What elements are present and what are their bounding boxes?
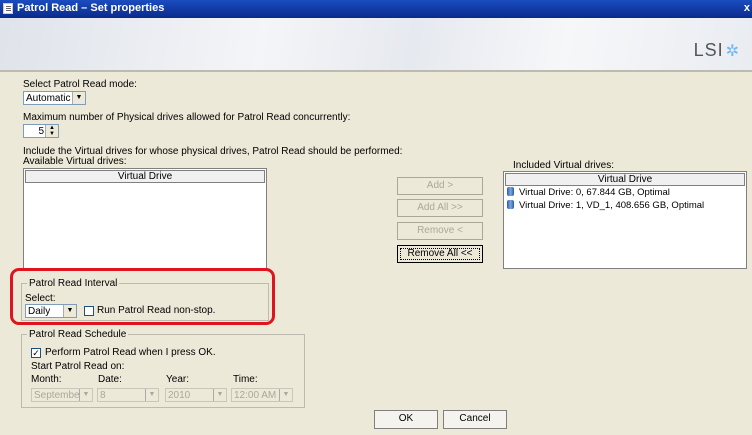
month-select[interactable]: September ▼ — [31, 388, 93, 402]
year-label: Year: — [166, 374, 189, 385]
virtual-drive-icon — [507, 200, 514, 209]
max-drives-label: Maximum number of Physical drives allowe… — [23, 112, 351, 123]
window-icon — [3, 3, 13, 14]
time-value: 12:00 AM — [234, 390, 277, 401]
virtual-drive-icon — [507, 187, 514, 196]
schedule-group-label: Patrol Read Schedule — [27, 329, 129, 340]
remove-button[interactable]: Remove < — [397, 222, 483, 240]
divider — [0, 70, 752, 72]
add-all-button[interactable]: Add All >> — [397, 199, 483, 217]
month-value: September — [34, 390, 83, 401]
year-select[interactable]: 2010 ▼ — [165, 388, 227, 402]
spinner-arrows-icon[interactable]: ▲ ▼ — [45, 125, 58, 137]
chevron-down-icon[interactable]: ▼ — [279, 389, 292, 401]
chevron-down-icon[interactable]: ▼ — [72, 92, 85, 104]
year-value: 2010 — [168, 390, 191, 401]
available-label: Available Virtual drives: — [23, 156, 127, 167]
date-value: 8 — [100, 390, 106, 401]
mode-label: Select Patrol Read mode: — [23, 79, 137, 90]
remove-all-button[interactable]: Remove All << — [397, 245, 483, 263]
ok-button[interactable]: OK — [374, 410, 438, 429]
title-bar: Patrol Read – Set properties x — [0, 0, 752, 18]
start-label: Start Patrol Read on: — [31, 361, 125, 372]
header-banner: LSI ✲ — [0, 18, 752, 70]
mode-select[interactable]: Automatic ▼ — [23, 91, 86, 105]
window-title: Patrol Read – Set properties — [17, 2, 165, 14]
max-drives-value: 5 — [38, 126, 44, 137]
add-button[interactable]: Add > — [397, 177, 483, 195]
cancel-button[interactable]: Cancel — [443, 410, 507, 429]
date-select[interactable]: 8 ▼ — [97, 388, 159, 402]
time-label: Time: — [233, 374, 258, 385]
chevron-down-icon[interactable]: ▼ — [213, 389, 226, 401]
chevron-down-icon[interactable]: ▼ — [145, 389, 158, 401]
list-item[interactable]: Virtual Drive: 1, VD_1, 408.656 GB, Opti… — [507, 200, 704, 212]
highlight-annotation — [10, 268, 275, 325]
max-drives-spinner[interactable]: 5 ▲ ▼ — [23, 124, 59, 138]
list-item[interactable]: Virtual Drive: 0, 67.844 GB, Optimal — [507, 187, 670, 199]
lsi-logo: LSI ✲ — [693, 40, 740, 60]
perform-checkbox[interactable]: ✓ — [31, 348, 41, 358]
month-label: Month: — [31, 374, 62, 385]
available-column-header[interactable]: Virtual Drive — [25, 170, 265, 183]
perform-label: Perform Patrol Read when I press OK. — [45, 347, 216, 358]
logo-star-icon: ✲ — [725, 43, 740, 60]
included-column-header[interactable]: Virtual Drive — [505, 173, 745, 186]
included-label: Included Virtual drives: — [513, 160, 614, 171]
close-icon[interactable]: x — [744, 2, 750, 14]
time-select[interactable]: 12:00 AM ▼ — [231, 388, 293, 402]
available-drives-list[interactable]: Virtual Drive — [23, 168, 267, 269]
included-drives-list[interactable]: Virtual Drive Virtual Drive: 0, 67.844 G… — [503, 171, 747, 269]
mode-value: Automatic — [26, 93, 71, 104]
chevron-down-icon[interactable]: ▼ — [79, 389, 92, 401]
date-label: Date: — [98, 374, 122, 385]
